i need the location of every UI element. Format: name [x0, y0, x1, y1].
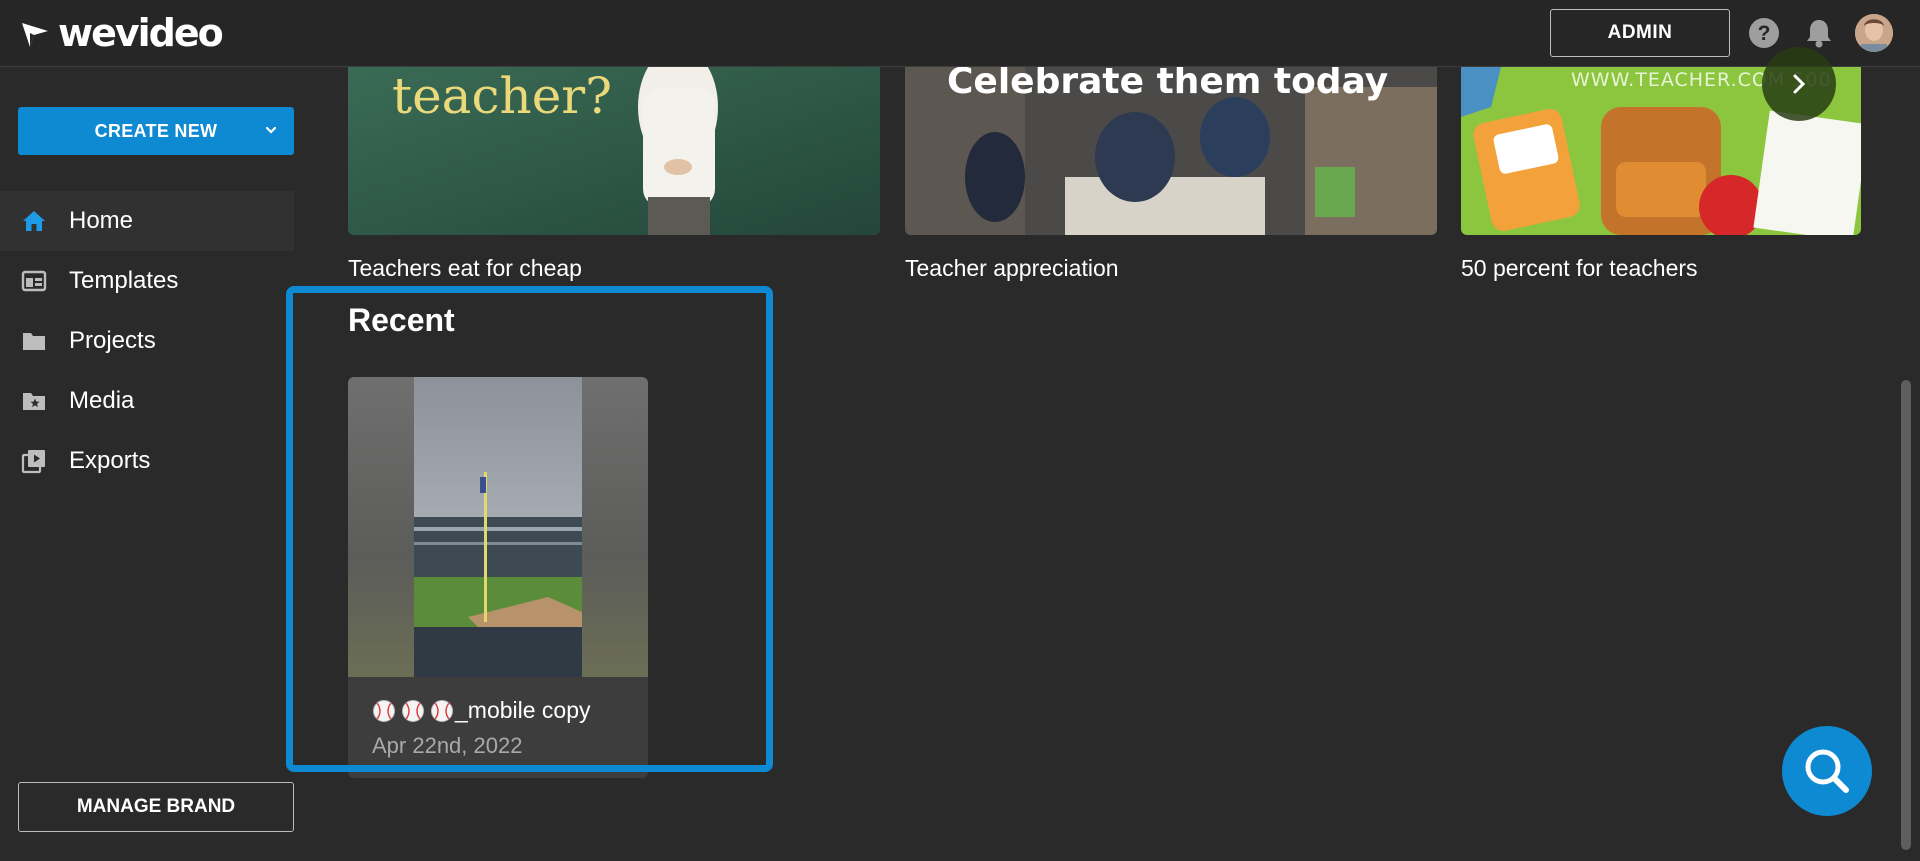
recent-project-date: Apr 22nd, 2022: [372, 733, 523, 758]
admin-button[interactable]: ADMIN: [1550, 9, 1730, 57]
featured-overlay-text: teacher?: [392, 67, 612, 125]
home-icon: [20, 207, 48, 235]
search-button[interactable]: [1782, 726, 1872, 816]
sidebar-item-templates[interactable]: Templates: [0, 251, 294, 311]
sidebar-item-home[interactable]: Home: [0, 191, 294, 251]
recent-project-title: _mobile copy: [455, 697, 591, 723]
sidebar-nav: Home Templates Projects Media Exports: [0, 191, 294, 491]
featured-title[interactable]: 50 percent for teachers: [1461, 255, 1861, 282]
recent-project-name[interactable]: _mobile copy: [372, 697, 591, 724]
baseball-icon: [373, 699, 395, 722]
bell-icon[interactable]: [1800, 14, 1838, 52]
carousel-next-button[interactable]: [1762, 47, 1836, 121]
featured-card[interactable]: Celebrate them today Teacher appreciatio…: [905, 67, 1437, 282]
wevideo-logo[interactable]: wevideo: [20, 11, 224, 55]
sidebar-item-projects[interactable]: Projects: [0, 311, 294, 371]
exports-icon: [20, 447, 48, 475]
chevron-right-icon: [1793, 74, 1806, 94]
recent-meta: _mobile copy Apr 22nd, 2022: [348, 677, 648, 778]
sidebar-item-label: Projects: [69, 327, 156, 354]
media-folder-icon: [20, 387, 48, 415]
templates-icon: [20, 267, 48, 295]
featured-thumbnail[interactable]: teacher?: [348, 67, 880, 235]
sidebar-item-exports[interactable]: Exports: [0, 431, 294, 491]
baseball-icon: [431, 699, 453, 722]
help-icon[interactable]: ?: [1745, 14, 1783, 52]
logo-text: wevideo: [58, 11, 224, 55]
featured-card[interactable]: teacher? Teachers eat for cheap: [348, 67, 880, 282]
create-new-button[interactable]: CREATE NEW: [18, 107, 294, 155]
svg-text:?: ?: [1758, 22, 1771, 45]
recent-thumbnail[interactable]: [348, 377, 648, 677]
search-icon: [1805, 749, 1849, 793]
top-bar: wevideo ADMIN ?: [0, 0, 1920, 67]
sidebar-item-label: Home: [69, 207, 134, 234]
folder-icon: [20, 327, 48, 355]
user-avatar[interactable]: [1855, 14, 1893, 52]
sidebar-item-label: Templates: [69, 267, 179, 294]
manage-brand-button[interactable]: MANAGE BRAND: [18, 782, 294, 832]
baseball-icon: [402, 699, 424, 722]
scrollbar-thumb[interactable]: [1901, 380, 1911, 850]
featured-title[interactable]: Teacher appreciation: [905, 255, 1437, 282]
sidebar-item-media[interactable]: Media: [0, 371, 294, 431]
create-new-label: CREATE NEW: [94, 120, 218, 141]
recent-project-card[interactable]: _mobile copy Apr 22nd, 2022: [348, 377, 648, 778]
logo-mark-icon: [22, 23, 48, 47]
chevron-down-icon[interactable]: [262, 121, 280, 139]
featured-thumbnail[interactable]: Celebrate them today: [905, 67, 1437, 235]
recent-heading: Recent: [348, 302, 455, 338]
featured-overlay-text: Celebrate them today: [947, 67, 1389, 102]
featured-title[interactable]: Teachers eat for cheap: [348, 255, 880, 282]
sidebar: CREATE NEW Home Templates Projects Media…: [0, 67, 294, 861]
sidebar-item-label: Exports: [69, 447, 151, 474]
sidebar-item-label: Media: [69, 387, 135, 414]
